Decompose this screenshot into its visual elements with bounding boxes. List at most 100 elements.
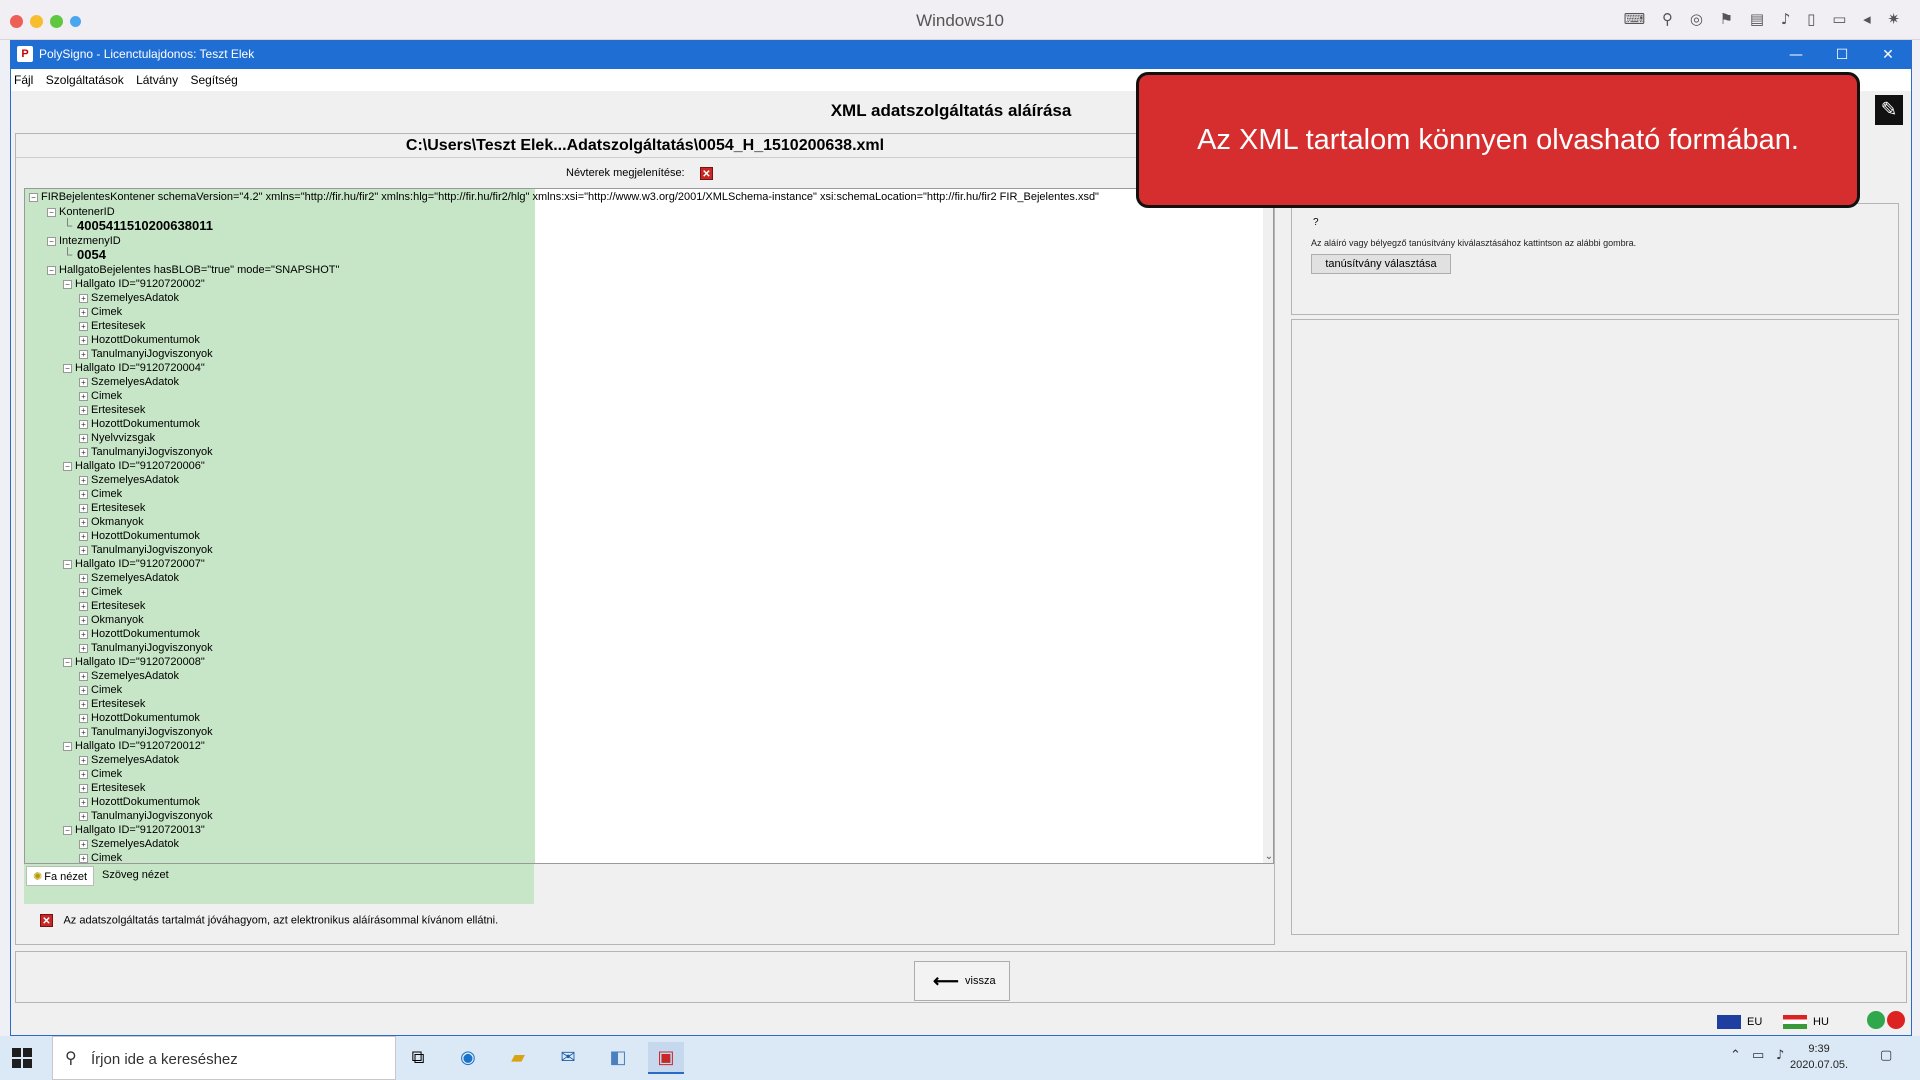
start-button[interactable]: [12, 1048, 32, 1068]
task-view-icon[interactable]: ⧉: [402, 1042, 434, 1074]
tree-node[interactable]: − Hallgato ID="9120720006": [63, 459, 205, 473]
expand-icon[interactable]: +: [79, 587, 88, 597]
network-icon[interactable]: ▭: [1752, 1048, 1764, 1063]
tree-node[interactable]: + SzemelyesAdatok: [79, 571, 179, 585]
expand-icon[interactable]: +: [79, 349, 88, 359]
collapse-icon[interactable]: −: [47, 207, 56, 217]
maximize-button[interactable]: ☐: [1819, 41, 1865, 69]
menu-view[interactable]: Látvány: [133, 69, 178, 87]
tab-text-view[interactable]: Szöveg nézet: [96, 866, 175, 886]
expand-icon[interactable]: +: [79, 643, 88, 653]
tree-node[interactable]: − Hallgato ID="9120720008": [63, 655, 205, 669]
tree-node[interactable]: + Ertesitesek: [79, 501, 145, 515]
back-button[interactable]: ⟵ vissza: [914, 961, 1010, 1001]
tree-node[interactable]: + SzemelyesAdatok: [79, 291, 179, 305]
edge-icon[interactable]: ◉: [452, 1042, 484, 1074]
volume-icon[interactable]: ♪: [1776, 1048, 1784, 1063]
tree-node[interactable]: + Cimek: [79, 767, 122, 781]
tree-node[interactable]: + HozottDokumentumok: [79, 795, 200, 809]
tree-node[interactable]: + Okmanyok: [79, 613, 144, 627]
expand-icon[interactable]: +: [79, 405, 88, 415]
expand-icon[interactable]: +: [79, 797, 88, 807]
expand-icon[interactable]: +: [79, 699, 88, 709]
tree-node[interactable]: + Cimek: [79, 851, 122, 863]
collapse-icon[interactable]: −: [63, 559, 72, 569]
collapse-icon[interactable]: −: [63, 825, 72, 835]
expand-icon[interactable]: +: [79, 321, 88, 331]
tree-node[interactable]: + TanulmanyiJogviszonyok: [79, 347, 213, 361]
collapse-icon[interactable]: −: [47, 265, 56, 275]
expand-icon[interactable]: +: [79, 391, 88, 401]
scrollbar[interactable]: ⌄: [1263, 189, 1273, 863]
expand-icon[interactable]: +: [79, 601, 88, 611]
choose-certificate-button[interactable]: tanúsítvány választása: [1311, 254, 1451, 274]
tree-node[interactable]: └ 4005411510200638011: [63, 219, 213, 233]
expand-icon[interactable]: +: [79, 783, 88, 793]
expand-icon[interactable]: +: [79, 419, 88, 429]
expand-icon[interactable]: +: [79, 307, 88, 317]
tree-node[interactable]: + TanulmanyiJogviszonyok: [79, 543, 213, 557]
tree-node[interactable]: + HozottDokumentumok: [79, 417, 200, 431]
tree-node[interactable]: + Okmanyok: [79, 515, 144, 529]
xml-tree[interactable]: − FIRBejelentesKontener schemaVersion="4.…: [24, 188, 1274, 864]
tree-node[interactable]: + HozottDokumentumok: [79, 627, 200, 641]
expand-icon[interactable]: +: [79, 713, 88, 723]
tree-node[interactable]: + SzemelyesAdatok: [79, 375, 179, 389]
tree-node[interactable]: + Cimek: [79, 389, 122, 403]
expand-icon[interactable]: +: [79, 839, 88, 849]
tree-node[interactable]: + Ertesitesek: [79, 697, 145, 711]
collapse-icon[interactable]: −: [63, 461, 72, 471]
expand-icon[interactable]: +: [79, 335, 88, 345]
tree-node[interactable]: + TanulmanyiJogviszonyok: [79, 445, 213, 459]
tree-node[interactable]: + HozottDokumentumok: [79, 529, 200, 543]
expand-icon[interactable]: +: [79, 433, 88, 443]
lang-eu[interactable]: EU: [1717, 1015, 1762, 1029]
folder-icon[interactable]: ▰: [502, 1042, 534, 1074]
tree-node[interactable]: + Cimek: [79, 305, 122, 319]
expand-icon[interactable]: +: [79, 615, 88, 625]
tree-node[interactable]: + Ertesitesek: [79, 781, 145, 795]
expand-icon[interactable]: +: [79, 671, 88, 681]
app-pinned-icon[interactable]: ◧: [602, 1042, 634, 1074]
tree-node[interactable]: − KontenerID: [47, 205, 115, 219]
tree-node[interactable]: + TanulmanyiJogviszonyok: [79, 809, 213, 823]
tree-node[interactable]: + TanulmanyiJogviszonyok: [79, 641, 213, 655]
expand-icon[interactable]: +: [79, 755, 88, 765]
tree-node[interactable]: + Ertesitesek: [79, 403, 145, 417]
collapse-icon[interactable]: −: [63, 657, 72, 667]
collapse-icon[interactable]: −: [47, 236, 56, 246]
collapse-icon[interactable]: −: [29, 192, 38, 202]
tree-node[interactable]: └ 0054: [63, 248, 106, 262]
tree-node[interactable]: − HallgatoBejelentes hasBLOB="true" mode=…: [47, 263, 339, 277]
expand-icon[interactable]: +: [79, 573, 88, 583]
expand-icon[interactable]: +: [79, 475, 88, 485]
tree-node[interactable]: + Nyelvvizsgak: [79, 431, 155, 445]
tray-chevron-icon[interactable]: ⌃: [1730, 1048, 1741, 1063]
tree-node[interactable]: + SzemelyesAdatok: [79, 753, 179, 767]
tree-node[interactable]: − Hallgato ID="9120720007": [63, 557, 205, 571]
expand-icon[interactable]: +: [79, 447, 88, 457]
collapse-icon[interactable]: −: [63, 279, 72, 289]
expand-icon[interactable]: +: [79, 377, 88, 387]
menu-help[interactable]: Segítség: [187, 69, 237, 87]
expand-icon[interactable]: +: [79, 531, 88, 541]
tree-node[interactable]: + SzemelyesAdatok: [79, 669, 179, 683]
host-tray-icons[interactable]: ⌨ ⚲ ◎ ⚑ ▤ ♪ ▯ ▭ ◂ ✷: [1624, 10, 1906, 28]
expand-icon[interactable]: +: [79, 685, 88, 695]
tree-root-node[interactable]: − FIRBejelentesKontener schemaVersion="4.…: [29, 191, 1099, 203]
expand-icon[interactable]: +: [79, 853, 88, 863]
close-button[interactable]: ✕: [1865, 41, 1911, 69]
expand-icon[interactable]: +: [79, 545, 88, 555]
expand-icon[interactable]: +: [79, 489, 88, 499]
menu-file[interactable]: Fájl: [11, 69, 33, 87]
expand-icon[interactable]: +: [79, 769, 88, 779]
expand-icon[interactable]: +: [79, 811, 88, 821]
tree-node[interactable]: + Ertesitesek: [79, 319, 145, 333]
tree-node[interactable]: + Cimek: [79, 585, 122, 599]
tree-node[interactable]: − Hallgato ID="9120720013": [63, 823, 205, 837]
tab-tree-view[interactable]: ✺ Fa nézet: [26, 866, 95, 886]
tree-node[interactable]: − Hallgato ID="9120720002": [63, 277, 205, 291]
tree-node[interactable]: + HozottDokumentumok: [79, 711, 200, 725]
expand-icon[interactable]: +: [79, 293, 88, 303]
collapse-icon[interactable]: −: [63, 363, 72, 373]
